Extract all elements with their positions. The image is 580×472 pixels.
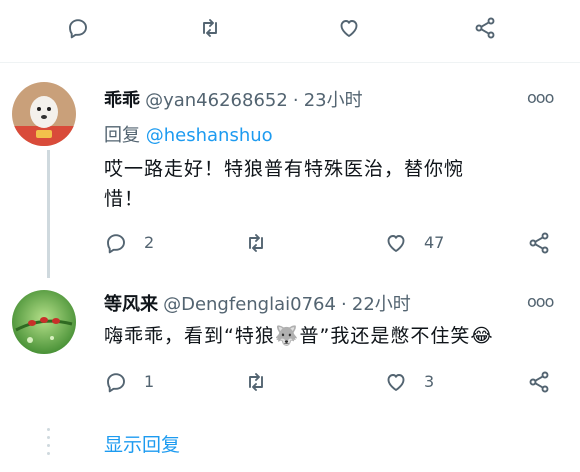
reply-count: 2 [144,233,155,252]
share-icon[interactable] [473,16,497,40]
like-count: 47 [424,233,445,252]
tweet-text-line: 哎一路走好！特狼普有特殊医治，替你惋 [104,158,465,180]
retweet-icon[interactable] [244,231,268,255]
display-name[interactable]: 等风来 [104,294,158,315]
wolf-emoji-icon: 🐺 [274,325,300,347]
reply-icon[interactable] [66,16,90,40]
reply-context: 回复 @heshanshuo [104,121,273,147]
avatar[interactable] [12,82,76,146]
handle[interactable]: @yan46268652 [145,90,288,111]
reply-mention-link[interactable]: @heshanshuo [146,125,273,146]
tweet-text-segment: 嗨乖乖，看到“特狼 [104,325,275,347]
reply-prefix: 回复 [104,125,140,146]
like-icon[interactable] [384,231,408,255]
like-icon[interactable] [337,16,361,40]
thread-line [47,150,50,278]
top-action-bar [0,0,580,63]
thread-dot [47,444,50,447]
retweet-icon[interactable] [244,370,268,394]
reply-icon[interactable] [104,370,128,394]
share-icon[interactable] [527,231,551,255]
tweet-header: 乖乖 @yan46268652 · 23小时 [104,86,363,112]
separator: · [292,90,299,111]
laughing-emoji-icon: 😂 [470,325,494,347]
handle[interactable]: @Dengfenglai0764 [163,294,336,315]
thread-dot [47,436,50,439]
like-count: 3 [424,372,435,391]
reply-icon[interactable] [104,231,128,255]
thread-dot [47,428,50,431]
share-icon[interactable] [527,370,551,394]
timestamp[interactable]: 22小时 [352,294,411,315]
tweet-text: 哎一路走好！特狼普有特殊医治，替你惋 惜！ [104,154,554,214]
avatar[interactable] [12,290,76,354]
more-options-icon[interactable]: ooo [527,88,554,107]
reply-count: 1 [144,372,155,391]
more-options-icon[interactable]: ooo [527,292,554,311]
separator: · [341,294,347,315]
tweet-header: 等风来 @Dengfenglai0764 · 22小时 [104,290,411,316]
retweet-icon[interactable] [198,16,222,40]
tweet-text: 嗨乖乖，看到“特狼🐺普”我还是憋不住笑😂 [104,321,564,351]
like-icon[interactable] [384,370,408,394]
timestamp[interactable]: 23小时 [304,90,363,111]
thread-dot [47,452,50,455]
tweet-text-line: 惜！ [104,188,145,210]
show-replies-link[interactable]: 显示回复 [104,430,180,457]
display-name[interactable]: 乖乖 [104,90,140,111]
thread-dots [47,428,50,460]
tweet-text-segment: 普”我还是憋不住笑 [299,325,471,347]
